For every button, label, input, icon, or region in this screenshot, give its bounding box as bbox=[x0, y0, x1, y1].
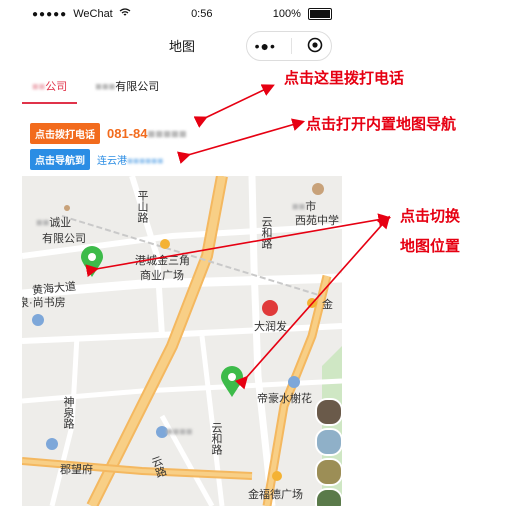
map-label-jinfude: 金福德广场 bbox=[248, 489, 303, 501]
wifi-icon bbox=[119, 7, 131, 21]
map-view[interactable]: 平山路 ■■市 西苑中学 ■■诚业 有限公司 云和路 港城金三角 商业广场 黄海… bbox=[22, 176, 342, 506]
tab-company-1[interactable]: ■■公司 bbox=[22, 74, 78, 104]
tab-company-1-label: 公司 bbox=[45, 81, 68, 93]
map-label-chengye: ■■诚业 bbox=[36, 217, 72, 229]
map-marker-icon[interactable] bbox=[80, 246, 104, 278]
mini-program-capsule: •●• bbox=[246, 31, 332, 61]
map-label-yunhe2: 云和路 bbox=[210, 422, 222, 455]
call-row: 点击拨打电话 081-84■■■■■ bbox=[30, 123, 187, 144]
avatar[interactable] bbox=[315, 428, 342, 456]
map-label-jin: 金 bbox=[322, 299, 333, 311]
callout-switch-2: 地图位置 bbox=[400, 237, 461, 255]
nav-row: 点击导航到 连云港■■■■■■ bbox=[30, 149, 163, 170]
map-label-shenyuan: 神泉路 bbox=[62, 396, 74, 429]
callout-call: 点击这里拨打电话 bbox=[284, 69, 405, 87]
nav-bar: 地图 •●• bbox=[22, 28, 342, 62]
map-label-dihao: 帝豪水榭花 bbox=[257, 393, 312, 405]
map-label-gangcheng: 港城金三角 bbox=[135, 255, 190, 267]
map-marker-icon-2[interactable] bbox=[220, 366, 244, 398]
map-label-yunhe: 云和路 bbox=[260, 216, 272, 249]
address-link[interactable]: 连云港■■■■■■ bbox=[97, 152, 163, 167]
callout-switch-1: 点击切换 bbox=[400, 207, 461, 225]
close-target-icon[interactable] bbox=[307, 37, 323, 56]
battery-icon bbox=[308, 8, 332, 21]
phone-number[interactable]: 081-84■■■■■ bbox=[107, 126, 187, 141]
status-bar: ●●●●● WeChat 0:56 100% bbox=[22, 0, 342, 28]
navigate-button[interactable]: 点击导航到 bbox=[30, 149, 90, 170]
avatar[interactable] bbox=[315, 488, 342, 506]
map-label-shufang: 泉·尚书房 bbox=[22, 297, 66, 309]
more-icon[interactable]: •●• bbox=[255, 38, 276, 54]
battery-percent: 100% bbox=[272, 7, 301, 20]
tab-company-2-label: 有限公司 bbox=[115, 81, 160, 93]
clock: 0:56 bbox=[191, 8, 213, 20]
page-title: 地图 bbox=[168, 38, 195, 54]
map-label-pingshan: 平山路 bbox=[136, 190, 148, 223]
carrier-name: WeChat bbox=[73, 8, 113, 20]
callout-nav: 点击打开内置地图导航 bbox=[306, 115, 457, 133]
map-label-runfa: 大润发 bbox=[254, 321, 287, 333]
call-button[interactable]: 点击拨打电话 bbox=[30, 123, 100, 144]
map-label-xiyuan: 西苑中学 bbox=[295, 215, 339, 227]
map-label-blur: ■■■■ bbox=[166, 426, 193, 438]
avatar[interactable] bbox=[315, 458, 342, 486]
map-label-shangye: 商业广场 bbox=[140, 270, 184, 282]
avatar[interactable] bbox=[315, 398, 342, 426]
signal-icon: ●●●●● bbox=[32, 8, 68, 20]
tab-company-2[interactable]: ■■■有限公司 bbox=[85, 74, 169, 104]
map-label-junwang: 郡望府 bbox=[60, 464, 93, 476]
map-label-youxian: 有限公司 bbox=[42, 233, 86, 245]
